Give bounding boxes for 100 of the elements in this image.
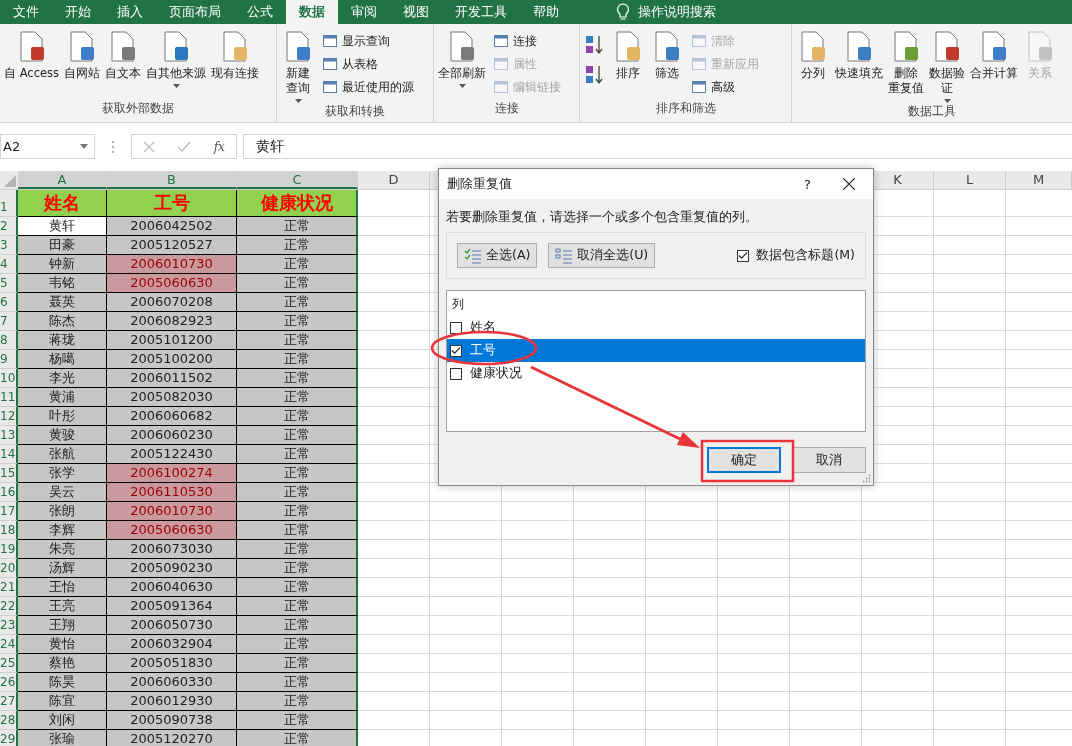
row-header[interactable]: 16 — [0, 483, 18, 502]
ribbon-button[interactable]: 排序 — [609, 30, 647, 81]
ribbon-button[interactable]: 连接 — [491, 30, 563, 52]
column-list-item[interactable]: 工号 — [447, 339, 865, 362]
close-icon[interactable] — [843, 178, 855, 190]
table-cell: 正常 — [237, 502, 358, 521]
checkbox[interactable] — [450, 367, 462, 380]
checkbox[interactable] — [737, 249, 750, 262]
resize-grip-icon[interactable] — [862, 474, 871, 483]
row-header[interactable]: 9 — [0, 350, 18, 369]
sort-descending-icon[interactable] — [585, 64, 605, 86]
column-header[interactable]: L — [934, 171, 1006, 189]
ribbon-button[interactable]: 分列 — [794, 30, 832, 81]
row-header[interactable]: 6 — [0, 293, 18, 312]
row-header[interactable]: 10 — [0, 369, 18, 388]
checkbox-label[interactable]: 健康状况 — [470, 365, 522, 382]
checkbox[interactable] — [450, 321, 462, 334]
ribbon-button[interactable]: 快速填充 — [833, 30, 885, 81]
formula-input[interactable]: 黄轩 — [243, 134, 1072, 159]
ribbon-button[interactable]: 自其他来源 — [144, 30, 209, 88]
table-cell: 2006110530 — [107, 483, 237, 502]
row-header[interactable]: 25 — [0, 654, 18, 673]
ribbon-button[interactable]: 全部刷新 — [436, 30, 488, 88]
row-header[interactable]: 24 — [0, 635, 18, 654]
row-header[interactable]: 5 — [0, 274, 18, 293]
ok-button[interactable]: 确定 — [707, 447, 781, 473]
row-header[interactable]: 19 — [0, 540, 18, 559]
row-header[interactable]: 13 — [0, 426, 18, 445]
header-cell: 姓名 — [18, 190, 107, 217]
row-header[interactable]: 17 — [0, 502, 18, 521]
ribbon-tab[interactable]: 审阅 — [338, 0, 390, 24]
row-header[interactable]: 1 — [0, 190, 18, 217]
row-header[interactable]: 14 — [0, 445, 18, 464]
row-header[interactable]: 28 — [0, 711, 18, 730]
ribbon-tab[interactable]: 页面布局 — [156, 0, 234, 24]
ribbon-tab[interactable]: 开始 — [52, 0, 104, 24]
row-header[interactable]: 18 — [0, 521, 18, 540]
row-header[interactable]: 4 — [0, 255, 18, 274]
ribbon-button[interactable]: 最近使用的源 — [320, 76, 416, 98]
ribbon-button[interactable]: 自文本 — [103, 30, 144, 81]
ribbon-tab[interactable]: 公式 — [234, 0, 286, 24]
ribbon-button[interactable]: 高级 — [689, 76, 761, 98]
row-header[interactable]: 23 — [0, 616, 18, 635]
select-all-button[interactable]: 全选(A) — [457, 243, 538, 268]
row-header[interactable]: 15 — [0, 464, 18, 483]
row-header[interactable]: 11 — [0, 388, 18, 407]
ribbon-button[interactable]: 从表格 — [320, 53, 416, 75]
ribbon-tab[interactable]: 视图 — [390, 0, 442, 24]
row-header[interactable]: 8 — [0, 331, 18, 350]
unselect-all-button[interactable]: 取消全选(U) — [548, 243, 656, 268]
column-header[interactable]: B — [107, 171, 237, 189]
column-header[interactable]: C — [237, 171, 358, 189]
caret-icon — [294, 99, 302, 103]
checkbox-label[interactable]: 数据包含标题(M) — [756, 247, 855, 264]
row-header[interactable]: 21 — [0, 578, 18, 597]
column-header[interactable]: D — [358, 171, 430, 189]
row-header[interactable]: 20 — [0, 559, 18, 578]
ribbon-button[interactable]: 自网站 — [62, 30, 103, 81]
insert-function-button[interactable]: fx — [213, 139, 225, 154]
table-cell: 陈宜 — [18, 692, 107, 711]
ribbon-button[interactable]: 合并计算 — [968, 30, 1020, 81]
ribbon-button[interactable]: 现有连接 — [209, 30, 262, 81]
ribbon-button[interactable]: 显示查询 — [320, 30, 416, 52]
ribbon-tab[interactable]: 文件 — [0, 0, 52, 24]
ribbon-button[interactable]: 数据验 证 — [927, 30, 967, 103]
tell-me-search[interactable]: 操作说明搜索 — [638, 0, 716, 24]
row-header[interactable]: 12 — [0, 407, 18, 426]
column-header[interactable]: M — [1006, 171, 1072, 189]
row-header[interactable]: 27 — [0, 692, 18, 711]
row-header[interactable]: 7 — [0, 312, 18, 331]
table-cell: 2005090230 — [107, 559, 237, 578]
column-header[interactable]: A — [18, 171, 107, 189]
ribbon-tab[interactable]: 帮助 — [520, 0, 572, 24]
ribbon-button[interactable]: 删除 重复值 — [886, 30, 926, 96]
ribbon-tab[interactable]: 数据 — [286, 0, 338, 24]
checkbox[interactable] — [450, 344, 462, 357]
help-button[interactable]: ? — [804, 176, 811, 192]
row-header[interactable]: 2 — [0, 217, 18, 236]
table-cell: 正常 — [237, 635, 358, 654]
table-cell: 正常 — [237, 217, 358, 236]
ribbon-button[interactable]: 新建 查询 — [279, 30, 317, 103]
table-cell: 正常 — [237, 293, 358, 312]
table-cell: 2005060630 — [107, 274, 237, 293]
table-cell: 正常 — [237, 597, 358, 616]
row-header[interactable]: 3 — [0, 236, 18, 255]
list-header: 列 — [451, 296, 465, 313]
ribbon-tab[interactable]: 开发工具 — [442, 0, 520, 24]
column-list-item[interactable]: 健康状况 — [447, 362, 865, 385]
ribbon-button[interactable]: 筛选 — [648, 30, 686, 81]
table-cell: 2006040630 — [107, 578, 237, 597]
row-header[interactable]: 26 — [0, 673, 18, 692]
ribbon-tab[interactable]: 插入 — [104, 0, 156, 24]
cancel-button[interactable]: 取消 — [792, 447, 866, 473]
sort-ascending-icon[interactable] — [585, 34, 605, 56]
drag-handle-icon[interactable] — [111, 139, 115, 154]
row-header[interactable]: 22 — [0, 597, 18, 616]
ribbon-button[interactable]: 自 Access — [2, 30, 62, 81]
checkbox-label[interactable]: 工号 — [470, 342, 496, 359]
name-box[interactable]: A2 — [0, 134, 95, 159]
row-header[interactable]: 29 — [0, 730, 18, 746]
